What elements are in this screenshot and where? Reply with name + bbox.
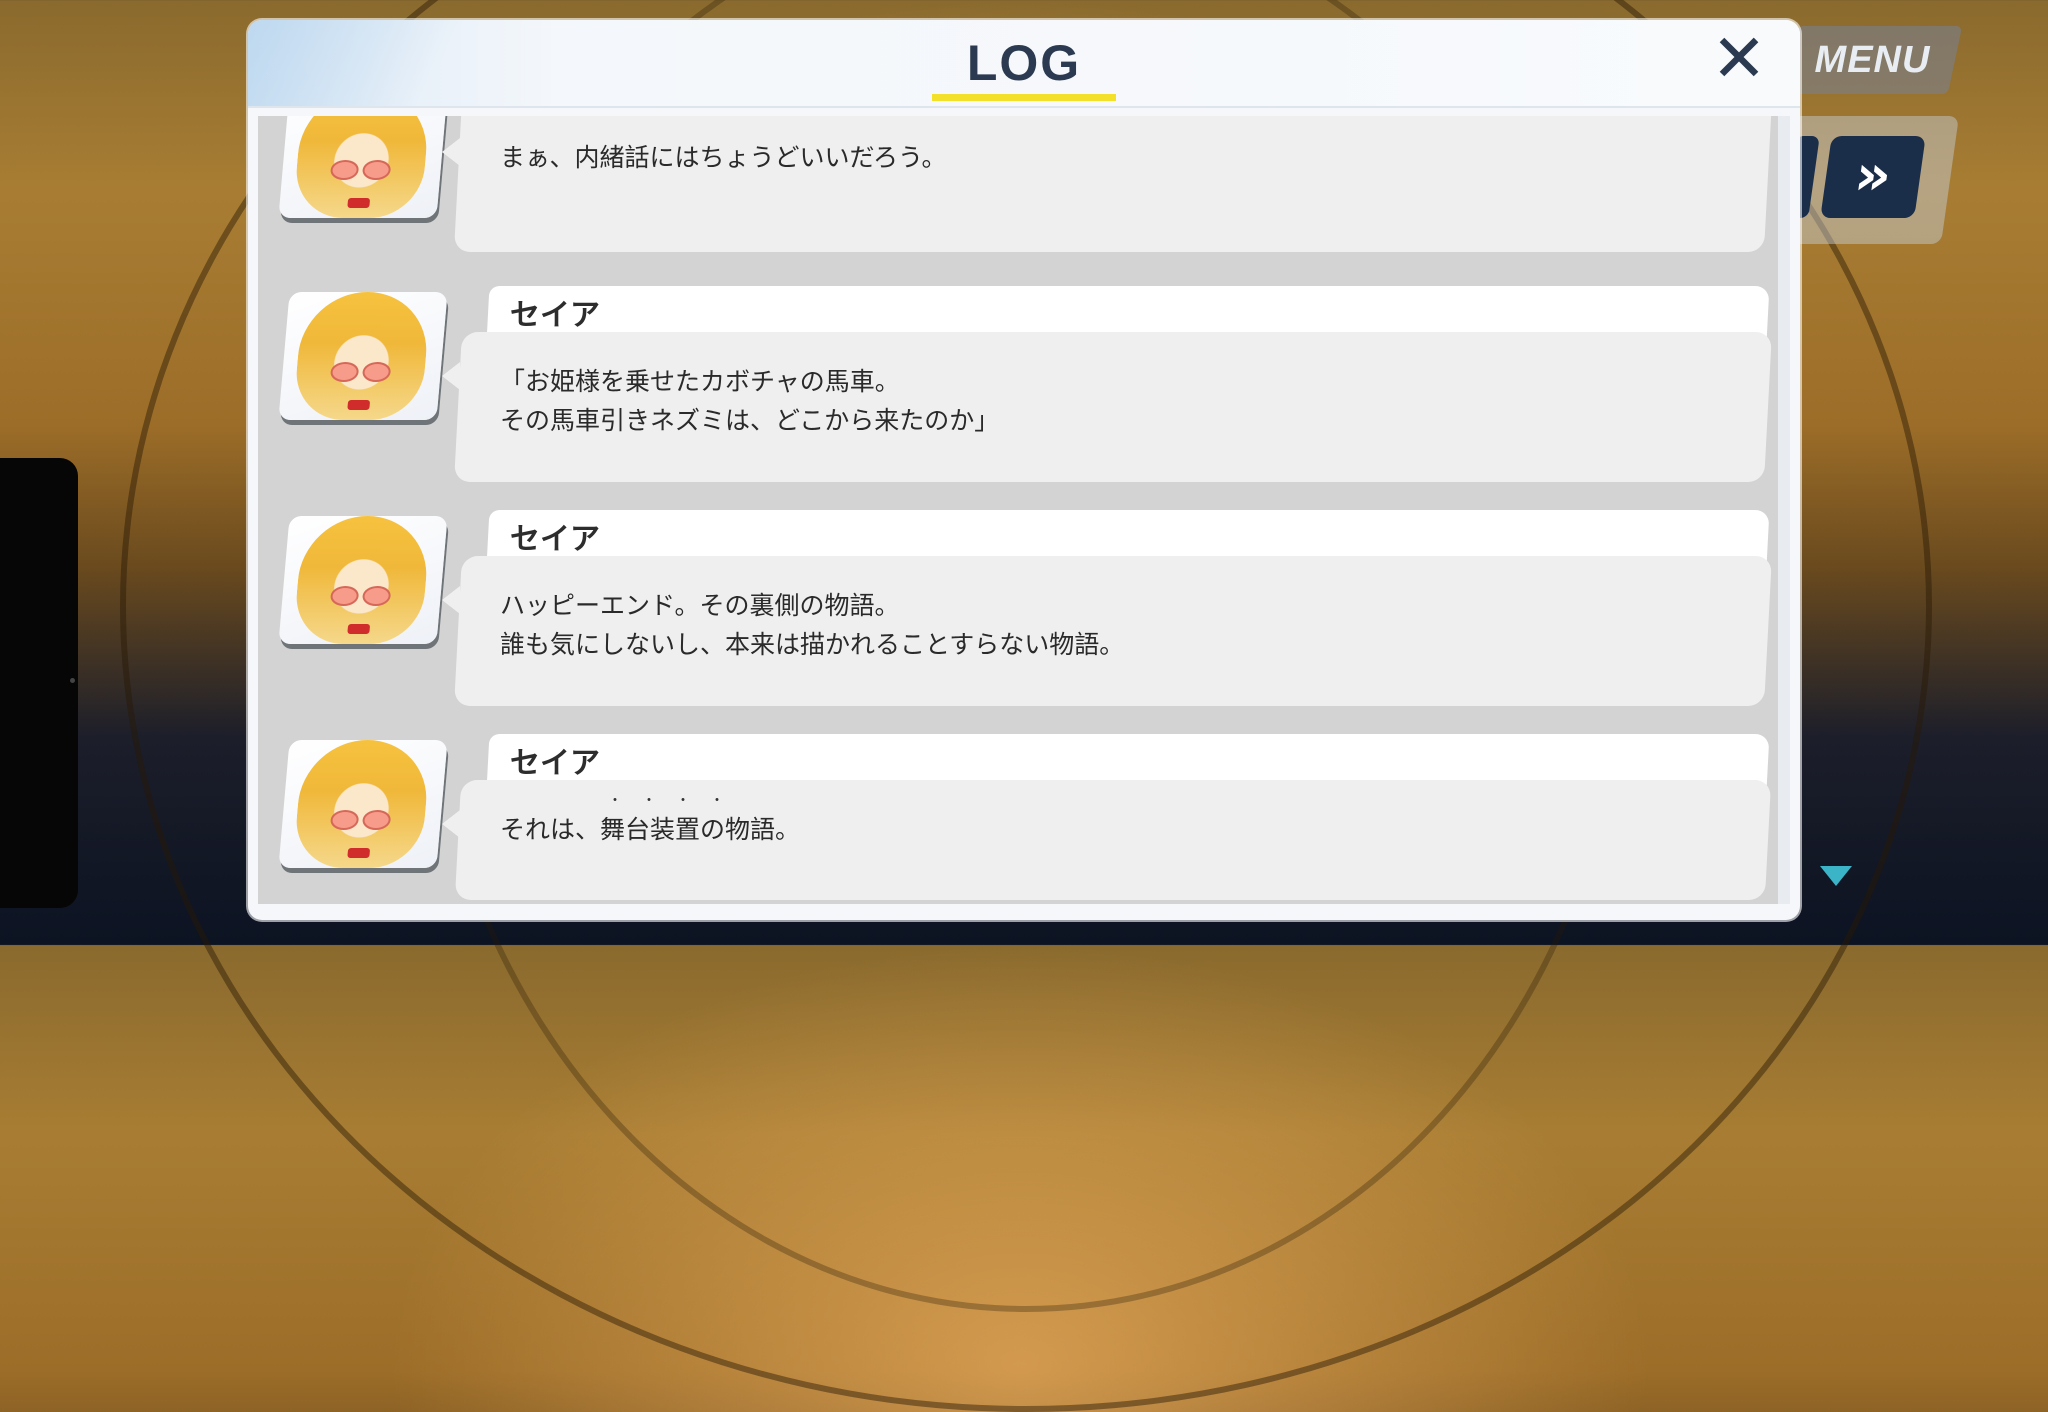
menu-button-label: MENU bbox=[1814, 39, 1931, 81]
bubble-pointer bbox=[442, 586, 460, 614]
menu-button[interactable]: MENU bbox=[1782, 26, 1963, 94]
message-line: その馬車引きネズミは、どこから来たのか」 bbox=[500, 406, 1000, 435]
message-bubble bbox=[453, 116, 1773, 252]
fast-forward-button[interactable]: » bbox=[1820, 136, 1926, 218]
message-line: 「お姫様を乗せたカボチャの馬車。 bbox=[500, 367, 900, 396]
side-panel-dot bbox=[70, 678, 75, 683]
bubble-pointer bbox=[442, 138, 460, 166]
speaker-name: セイア bbox=[510, 298, 600, 333]
log-list[interactable]: まぁ、内緒話にはちょうどいいだろう。 セイア 「お姫様を乗せたカボチャの馬車。 … bbox=[258, 116, 1788, 904]
log-title: LOG bbox=[966, 35, 1082, 91]
message-line: ハッピーエンド。その裏側の物語。 bbox=[500, 591, 900, 620]
message-line: 誰も気にしないし、本来は描かれることすらない物語。 bbox=[500, 630, 1125, 659]
message-line: それは、舞台装置の物語。 bbox=[500, 815, 801, 844]
fast-forward-icon: » bbox=[1850, 143, 1896, 208]
ruby-emphasis-dots: ・・・・ bbox=[608, 793, 744, 809]
speaker-name: セイア bbox=[510, 522, 600, 557]
close-icon[interactable]: ✕ bbox=[1708, 26, 1770, 92]
log-entry: セイア ・・・・ それは、舞台装置の物語。 bbox=[258, 734, 1788, 904]
title-underline bbox=[932, 94, 1116, 101]
log-entry: まぁ、内緒話にはちょうどいいだろう。 bbox=[258, 116, 1788, 266]
log-header: LOG ✕ bbox=[248, 20, 1800, 108]
log-entry: セイア ハッピーエンド。その裏側の物語。 誰も気にしないし、本来は描かれることす… bbox=[258, 510, 1788, 726]
log-entry: セイア 「お姫様を乗せたカボチャの馬車。 その馬車引きネズミは、どこから来たのか… bbox=[258, 286, 1788, 502]
speaker-portrait bbox=[278, 516, 448, 644]
speaker-name: セイア bbox=[510, 746, 600, 781]
speaker-portrait bbox=[278, 292, 448, 420]
message-line: まぁ、内緒話にはちょうどいいだろう。 bbox=[500, 143, 947, 172]
log-window: LOG ✕ まぁ、内緒話にはちょうどいいだろう。 セイア 「お姫様を乗せたカボチ… bbox=[248, 20, 1800, 920]
speaker-portrait bbox=[278, 116, 448, 218]
bubble-pointer bbox=[442, 362, 460, 390]
side-panel bbox=[0, 458, 78, 908]
speaker-portrait bbox=[278, 740, 448, 868]
scroll-down-arrow-icon[interactable] bbox=[1820, 866, 1852, 886]
scrollbar[interactable] bbox=[1778, 116, 1790, 904]
